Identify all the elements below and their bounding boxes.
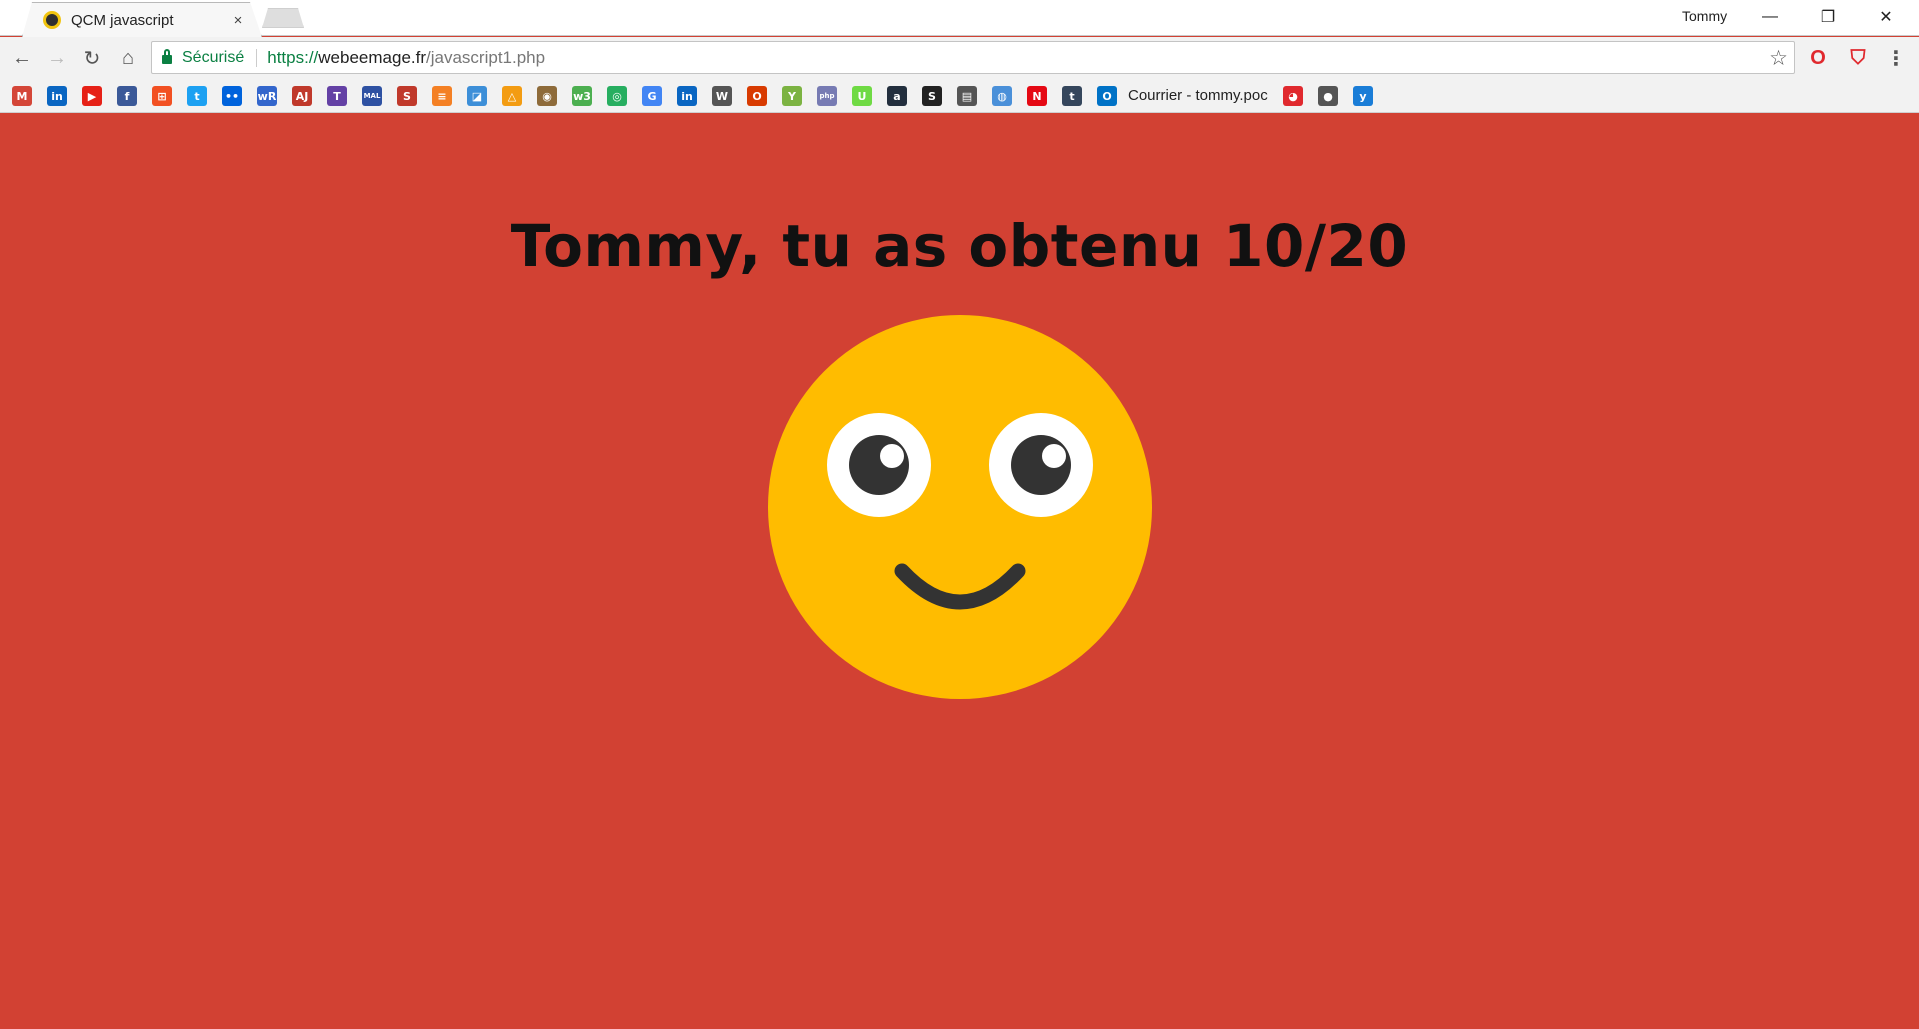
bookmark-yammer-icon[interactable]: y: [1353, 86, 1373, 106]
bookmark-wikipedia-icon[interactable]: W: [712, 86, 732, 106]
bookmark-office-icon[interactable]: O: [747, 86, 767, 106]
close-window-button[interactable]: ✕: [1857, 0, 1915, 34]
opera-extension-icon[interactable]: O: [1806, 46, 1830, 70]
bookmark-gmail-icon[interactable]: M: [12, 86, 32, 106]
forward-button[interactable]: →: [43, 45, 71, 71]
back-button[interactable]: ←: [8, 45, 36, 71]
bookmark-linkedin-icon[interactable]: in: [47, 86, 67, 106]
title-bar: QCM javascript × Tommy — ❐ ✕: [0, 0, 1919, 37]
bookmark-amazon-icon[interactable]: a: [887, 86, 907, 106]
bookmark-youtube-icon[interactable]: ▶: [82, 86, 102, 106]
restore-button[interactable]: ❐: [1799, 0, 1857, 34]
secure-label: Sécurisé: [182, 48, 245, 66]
bookmark-search-bot-icon[interactable]: ◍: [992, 86, 1012, 106]
lock-icon: [162, 49, 172, 64]
url-scheme: https://: [267, 47, 319, 67]
bookmark-reddit-icon[interactable]: ●: [1318, 86, 1338, 106]
home-button[interactable]: ⌂: [114, 45, 142, 71]
bookmark-tumblr-icon[interactable]: t: [1062, 86, 1082, 106]
bookmark-facebook-icon[interactable]: f: [117, 86, 137, 106]
score-heading: Tommy, tu as obtenu 10/20: [510, 212, 1409, 280]
bookmark-photo-icon[interactable]: ◪: [467, 86, 487, 106]
browser-menu-icon[interactable]: ⋮: [1884, 46, 1908, 70]
bookmark-php-icon[interactable]: php: [817, 86, 837, 106]
bookmark-pocket-icon[interactable]: ◕: [1283, 86, 1303, 106]
bookmark-leaf-icon[interactable]: Y: [782, 86, 802, 106]
tab-close-icon[interactable]: ×: [229, 12, 247, 29]
bookmark-twitter-icon[interactable]: t: [187, 86, 207, 106]
tab-title: QCM javascript: [71, 11, 174, 29]
site-favicon-icon: [43, 11, 61, 29]
bookmark-flickr-icon[interactable]: ••: [222, 86, 242, 106]
shield-extension-icon[interactable]: ⛉: [1846, 46, 1870, 70]
bookmark-stackoverflow-icon[interactable]: ≡: [432, 86, 452, 106]
address-separator: [256, 48, 258, 67]
bookmark-server-icon[interactable]: ▤: [957, 86, 977, 106]
bookmark-circle-icon[interactable]: ◎: [607, 86, 627, 106]
profile-name[interactable]: Tommy: [1682, 8, 1727, 24]
minimize-button[interactable]: —: [1741, 0, 1799, 34]
bookmark-w3-icon[interactable]: w3: [572, 86, 592, 106]
address-bar[interactable]: Sécurisé https:// webeemage.fr /javascri…: [151, 41, 1795, 74]
right-pupil: [1011, 435, 1071, 495]
bookmark-star-icon[interactable]: ☆: [1769, 46, 1788, 71]
page-content: Tommy, tu as obtenu 10/20: [0, 114, 1919, 1029]
bookmark-owl-icon[interactable]: ◉: [537, 86, 557, 106]
tab-qcm-javascript[interactable]: QCM javascript ×: [22, 2, 262, 37]
bookmark-upwork-icon[interactable]: U: [852, 86, 872, 106]
bookmarks-bar: Min ▶ f ⊞ t •• wR AJ T MAL S ≡ ◪ △ ◉ w3 ◎ Gin W O Yphp Ua S ▤ ◍ N…: [0, 79, 1919, 113]
right-eye-highlight: [1042, 444, 1066, 468]
bookmark-s2-icon[interactable]: S: [922, 86, 942, 106]
bookmark-translate-icon[interactable]: G: [642, 86, 662, 106]
smiley-face: [768, 315, 1152, 699]
bookmark-triangle-icon[interactable]: △: [502, 86, 522, 106]
bookmark-windows-icon[interactable]: ⊞: [152, 86, 172, 106]
bookmark-outlook-label[interactable]: Courrier - tommy.poc: [1128, 87, 1270, 104]
reload-button[interactable]: ↻: [78, 45, 106, 71]
bookmark-wordreference-icon[interactable]: wR: [257, 86, 277, 106]
bookmark-s-icon[interactable]: S: [397, 86, 417, 106]
left-pupil: [849, 435, 909, 495]
bookmark-linkedin2-icon[interactable]: in: [677, 86, 697, 106]
new-tab-button[interactable]: [262, 8, 304, 28]
bookmark-twitch-icon[interactable]: T: [327, 86, 347, 106]
url-path: /javascript1.php: [426, 47, 546, 67]
bookmark-mal-icon[interactable]: MAL: [362, 86, 382, 106]
left-eye-highlight: [880, 444, 904, 468]
bookmark-anime-icon[interactable]: AJ: [292, 86, 312, 106]
bookmark-netflix-icon[interactable]: N: [1027, 86, 1047, 106]
url-host: webeemage.fr: [318, 47, 427, 67]
browser-toolbar: ← → ↻ ⌂ Sécurisé https:// webeemage.fr /…: [0, 37, 1919, 79]
bookmark-outlook-icon[interactable]: O: [1097, 86, 1117, 106]
smiley-face-icon: [768, 315, 1152, 699]
